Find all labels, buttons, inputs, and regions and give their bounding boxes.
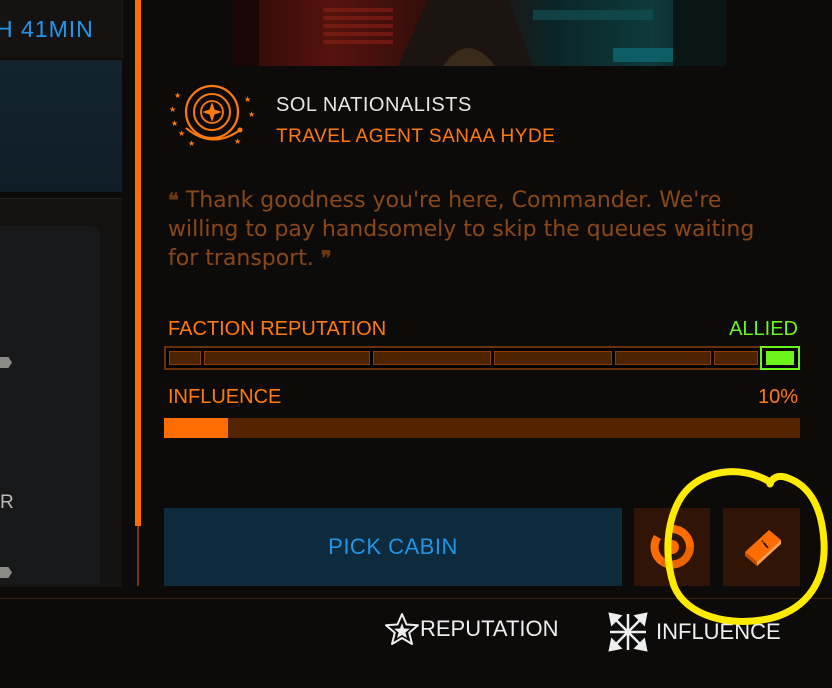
left-blue-panel (0, 60, 122, 192)
reputation-status: ALLIED (729, 318, 798, 340)
svg-text:★: ★ (171, 119, 178, 128)
svg-text:★: ★ (174, 91, 181, 100)
faction-swirl-icon (650, 525, 694, 569)
svg-text:★: ★ (248, 110, 255, 119)
faction-button[interactable] (634, 508, 710, 586)
reputation-segment (169, 351, 201, 365)
timer-text: H 41MIN (0, 16, 94, 42)
info-book-icon: i (744, 530, 781, 566)
reputation-segment (714, 351, 758, 365)
svg-text:★: ★ (178, 129, 185, 138)
influence-bar-fill (164, 418, 228, 438)
reputation-current-segment (760, 346, 800, 370)
reputation-current-fill (766, 351, 794, 365)
svg-text:★: ★ (169, 105, 176, 114)
agent-name: TRAVEL AGENT SANAA HYDE (276, 126, 556, 147)
influence-bar (164, 418, 800, 438)
open-quote-icon: ❝ (168, 188, 179, 212)
reputation-segment (204, 351, 370, 365)
influence-label: INFLUENCE (168, 386, 282, 408)
legend-reputation-label: REPUTATION (420, 616, 559, 641)
star-icon (385, 613, 419, 645)
legend-influence-label: INFLUENCE (656, 619, 781, 644)
reputation-label: FACTION REPUTATION (168, 318, 387, 340)
left-text-fragment: R (0, 492, 14, 513)
reputation-bar (164, 346, 800, 370)
reputation-segment (615, 351, 711, 365)
faction-name: SOL NATIONALISTS (276, 94, 472, 116)
timer-panel: H 41MIN (0, 0, 123, 58)
quote-text: Thank goodness you're here, Commander. W… (168, 188, 755, 271)
vertical-divider (135, 0, 141, 526)
svg-text:★: ★ (244, 95, 251, 104)
legend-influence: INFLUENCE (606, 612, 781, 652)
bottom-divider (0, 598, 832, 599)
pick-cabin-button[interactable]: PICK CABIN (164, 508, 622, 586)
npc-portrait (233, 0, 726, 66)
agent-quote: ❝ Thank goodness you're here, Commander.… (168, 186, 768, 273)
vertical-divider-thin (137, 526, 139, 586)
influence-value: 10% (757, 386, 798, 408)
info-button[interactable]: i (723, 508, 800, 586)
svg-text:★: ★ (188, 139, 195, 148)
portrait-image (233, 0, 726, 66)
legend-reputation: REPUTATION (384, 612, 559, 646)
reputation-segment (373, 351, 491, 365)
svg-text:★: ★ (234, 137, 241, 146)
faction-emblem-icon: ★ ★ ★ ★ ★ ★ ★ ★ (164, 84, 260, 164)
left-inner-panel (0, 226, 100, 584)
reputation-segment (494, 351, 612, 365)
close-quote-icon: ❞ (320, 246, 332, 270)
expand-arrows-icon (608, 612, 648, 652)
